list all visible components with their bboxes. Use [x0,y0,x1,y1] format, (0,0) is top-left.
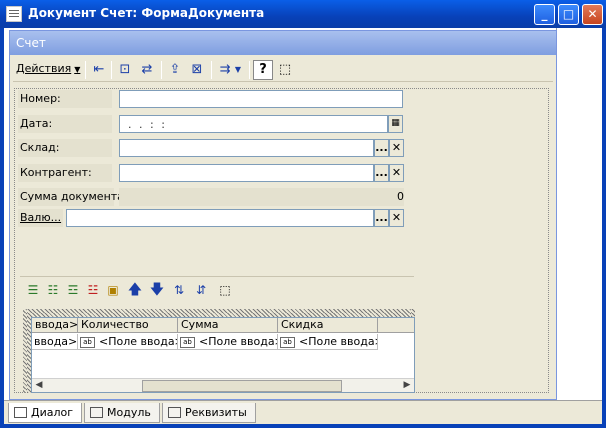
table-selection-frame[interactable]: ввода> Количество Сумма Скидка ввода> ab… [23,309,415,393]
table-cell[interactable]: ab <Поле ввода> [278,334,378,350]
chevron-down-icon: ▼ [74,65,81,74]
counterparty-select-button[interactable]: ... [374,164,389,182]
document-sum-value: 0 [397,190,404,203]
scroll-left-icon[interactable]: ◀ [32,379,46,392]
table-cell[interactable]: ab <Поле ввода> [178,334,278,350]
window-title: Документ Счет: ФормаДокумента [28,6,265,20]
edit-row-icon[interactable]: ☲ [64,281,82,299]
window-icon [6,6,22,22]
selection-frame-icon[interactable]: ⬚ [275,60,295,80]
help-icon[interactable]: ? [253,60,273,80]
table-header-filler [378,318,414,333]
calendar-icon[interactable]: ▦ [388,115,403,133]
attributes-icon [168,407,181,418]
currency-label[interactable]: Валю... [18,209,63,227]
form-title: Счет [16,36,46,50]
warehouse-select-button[interactable]: ... [374,139,389,157]
table-cell-text: <Поле ввода> [99,335,178,348]
actions-menu[interactable]: Действия ▼ [16,62,80,75]
minimize-button[interactable]: _ [534,4,555,25]
warehouse-input[interactable] [119,139,374,157]
window-titlebar[interactable]: Документ Счет: ФормаДокумента _ □ ✕ [0,0,606,28]
back-arrow-icon[interactable]: ⇤ [89,60,109,80]
counterparty-input[interactable] [119,164,374,182]
unpost-document-icon[interactable]: ⊠ [187,60,207,80]
designer-workspace [556,28,602,400]
number-input[interactable] [119,90,403,108]
text-field-icon: ab [280,336,295,348]
document-sum-field [119,188,404,206]
tab-label: Реквизиты [185,406,247,419]
sort-descending-icon[interactable]: ⇵ [192,281,210,299]
toolbar-separator [249,61,250,79]
table-header-cell[interactable]: ввода> [32,318,78,333]
date-input[interactable]: . . : : [119,115,388,133]
table-header-cell[interactable]: Количество [78,318,178,333]
table-cell[interactable]: ab <Поле ввода> [78,334,178,350]
currency-clear-button[interactable]: ✕ [389,209,404,227]
form-toolbar: Действия ▼ ⇤ ⊡ ⇄ ⇪ ⊠ ⇉ ▼ ? ⬚ [13,58,553,82]
end-edit-icon[interactable]: ▣ [104,281,122,299]
table-header-cell[interactable]: Скидка [278,318,378,333]
module-icon [90,407,103,418]
warehouse-label: Склад: [18,139,112,157]
date-value: . . : : [128,118,167,131]
tab-dialog[interactable]: Диалог [8,403,83,423]
currency-input[interactable] [66,209,374,227]
tab-label: Диалог [31,406,74,419]
tab-attributes[interactable]: Реквизиты [162,403,256,423]
warehouse-clear-button[interactable]: ✕ [389,139,404,157]
selection-frame-icon[interactable]: ⬚ [216,281,234,299]
text-field-icon: ab [80,336,95,348]
currency-select-button[interactable]: ... [374,209,389,227]
close-button[interactable]: ✕ [582,4,603,25]
move-down-icon[interactable]: 🡇 [148,281,166,299]
counterparty-label: Контрагент: [18,164,112,182]
scrollbar-thumb[interactable] [142,380,342,392]
table-header-cell[interactable]: Сумма [178,318,278,333]
table-toolbar: ☰ ☷ ☲ ☳ ▣ 🡅 🡇 ⇅ ⇵ ⬚ [20,276,414,302]
form-titlebar[interactable]: Счет [10,31,556,55]
table-cell-text: <Поле ввода> [299,335,378,348]
toolbar-separator [211,61,212,79]
chevron-down-icon[interactable]: ▼ [233,60,243,80]
refresh-icon[interactable]: ⇄ [137,60,157,80]
sort-ascending-icon[interactable]: ⇅ [170,281,188,299]
dialog-icon [14,407,27,418]
post-document-icon[interactable]: ⇪ [165,60,185,80]
table-cell[interactable]: ввода> [32,334,78,350]
document-sum-label: Сумма документа: [18,188,128,206]
designer-tabs: Диалог Модуль Реквизиты [4,400,602,424]
actions-label: Действия [16,62,72,75]
delete-row-icon[interactable]: ☳ [84,281,102,299]
date-label: Дата: [18,115,112,133]
move-up-icon[interactable]: 🡅 [126,281,144,299]
table-cell-text: <Поле ввода> [199,335,278,348]
goods-table[interactable]: ввода> Количество Сумма Скидка ввода> ab… [31,317,415,393]
counterparty-clear-button[interactable]: ✕ [389,164,404,182]
toolbar-separator [161,61,162,79]
maximize-button[interactable]: □ [558,4,579,25]
scroll-right-icon[interactable]: ▶ [400,379,414,392]
copy-row-icon[interactable]: ☷ [44,281,62,299]
create-based-icon[interactable]: ⇉ [215,60,235,80]
tab-module[interactable]: Модуль [84,403,160,423]
repost-icon[interactable]: ⊡ [115,60,135,80]
tab-label: Модуль [107,406,151,419]
toolbar-separator [111,61,112,79]
horizontal-scrollbar[interactable]: ◀ ▶ [32,378,414,392]
text-field-icon: ab [180,336,195,348]
document-form: Счет Действия ▼ ⇤ ⊡ ⇄ ⇪ ⊠ ⇉ ▼ ? ⬚ Номер: … [9,30,557,400]
toolbar-separator [85,61,86,79]
number-label: Номер: [18,90,112,108]
add-row-icon[interactable]: ☰ [24,281,42,299]
